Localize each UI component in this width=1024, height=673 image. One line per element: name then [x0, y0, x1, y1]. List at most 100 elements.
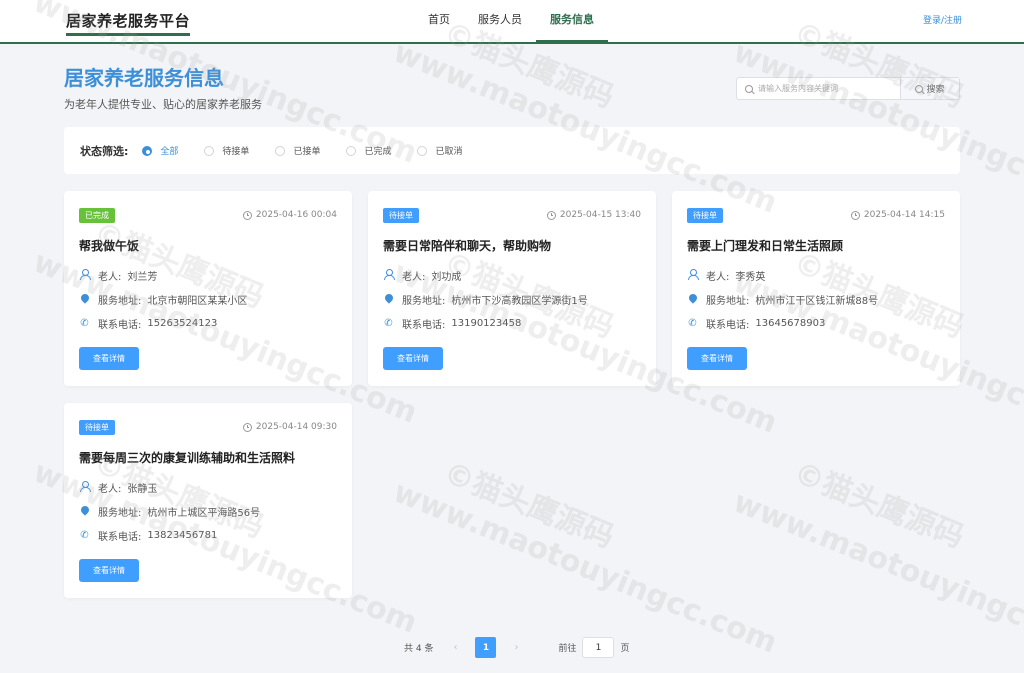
radio-label: 待接单 [222, 147, 250, 157]
status-filter-bar: 状态筛选: 全部 待接单 已接单 已完成 已取消 [64, 127, 960, 174]
phone-label: 联系电话: [98, 532, 142, 543]
person-icon [383, 269, 395, 282]
card-title: 帮我做午饭 [79, 239, 140, 253]
clock-icon [850, 210, 860, 220]
location-icon [78, 504, 91, 517]
top-header: 居家养老服务平台 首页 服务人员 服务信息 登录/注册 [0, 0, 1024, 44]
phone-label: 联系电话: [706, 320, 750, 331]
radio-dot [346, 145, 357, 156]
card-title: 需要每周三次的康复训练辅助和生活照料 [79, 451, 296, 465]
status-badge: 待接单 [687, 208, 723, 223]
nav-service-info[interactable]: 服务信息 [536, 0, 608, 42]
watermark-url: www.maotouyingcc.com [388, 474, 782, 661]
status-badge: 待接单 [383, 208, 419, 223]
watermark-cn: ©猫头鹰源码 [788, 455, 969, 556]
card-time-text: 2025-04-16 00:04 [255, 210, 337, 220]
page-number-current[interactable]: 1 [475, 637, 497, 658]
elder-name: 刘兰芳 [127, 272, 158, 283]
location-icon [382, 292, 395, 305]
page-title: 居家养老服务信息 [64, 66, 224, 90]
address-value: 北京市朝阳区某某小区 [147, 296, 248, 307]
radio-label: 已接单 [293, 147, 321, 157]
view-detail-button[interactable]: 查看详情 [383, 347, 443, 370]
elder-label: 老人: [402, 272, 426, 283]
clock-icon [546, 210, 556, 220]
address-row: 服务地址: 北京市朝阳区某某小区 [78, 292, 248, 307]
card-time: 2025-04-15 13:40 [546, 210, 641, 220]
service-card: 已完成 2025-04-16 00:04 帮我做午饭 老人: 刘兰芳 服务地址: 北… [64, 191, 352, 386]
phone-row: ✆ 联系电话: 13645678903 [687, 316, 825, 331]
address-row: 服务地址: 杭州市上城区平海路56号 [78, 504, 261, 519]
view-detail-button[interactable]: 查看详情 [79, 347, 139, 370]
login-register-link[interactable]: 登录/注册 [923, 13, 962, 26]
person-icon [687, 269, 699, 282]
person-icon [79, 269, 91, 282]
search-button[interactable]: 搜索 [901, 78, 959, 99]
watermark-cn: ©猫头鹰源码 [438, 455, 619, 556]
filter-label: 状态筛选: [80, 144, 129, 158]
search-input[interactable]: 请输入服务内容关键词 [737, 78, 901, 99]
page-subtitle: 为老年人提供专业、贴心的居家养老服务 [64, 98, 262, 111]
person-icon [79, 481, 91, 494]
pagination: 共 4 条 ‹ 1 › 前往 1 页 [404, 637, 629, 658]
address-label: 服务地址: [402, 296, 446, 307]
address-row: 服务地址: 杭州市江干区钱江新城88号 [686, 292, 878, 307]
card-time: 2025-04-14 09:30 [242, 422, 337, 432]
goto-label: 前往 [558, 644, 577, 654]
status-badge: 待接单 [79, 420, 115, 435]
filter-radio-completed[interactable]: 已完成 [346, 144, 391, 157]
phone-icon: ✆ [80, 530, 89, 541]
card-time-text: 2025-04-14 09:30 [255, 422, 337, 432]
prev-page-icon[interactable]: ‹ [445, 638, 465, 658]
address-label: 服务地址: [98, 296, 142, 307]
phone-icon: ✆ [688, 318, 697, 329]
page-suffix: 页 [620, 644, 630, 654]
radio-dot [275, 145, 286, 156]
card-time-text: 2025-04-14 14:15 [863, 210, 945, 220]
elder-label: 老人: [98, 272, 122, 283]
filter-radio-pending[interactable]: 待接单 [204, 144, 249, 157]
filter-radio-all[interactable]: 全部 [142, 144, 178, 157]
radio-label: 已完成 [364, 147, 392, 157]
elder-name: 刘功成 [431, 272, 462, 283]
radio-dot [417, 145, 428, 156]
site-logo[interactable]: 居家养老服务平台 [66, 10, 191, 36]
card-time-text: 2025-04-15 13:40 [559, 210, 641, 220]
search-icon [745, 84, 753, 93]
service-card: 待接单 2025-04-14 14:15 需要上门理发和日常生活照顾 老人: 李秀… [672, 191, 960, 386]
phone-row: ✆ 联系电话: 13823456781 [79, 528, 217, 543]
address-value: 杭州市上城区平海路56号 [147, 508, 261, 519]
phone-icon: ✆ [384, 318, 393, 329]
service-card: 待接单 2025-04-15 13:40 需要日常陪伴和聊天，帮助购物 老人: 刘… [368, 191, 656, 386]
pagination-total: 共 4 条 [404, 644, 434, 654]
elder-label: 老人: [98, 484, 122, 495]
elder-name: 李秀英 [735, 272, 766, 283]
location-icon [686, 292, 699, 305]
phone-label: 联系电话: [402, 320, 446, 331]
filter-radio-cancelled[interactable]: 已取消 [417, 144, 462, 157]
search-button-label: 搜索 [926, 85, 945, 95]
nav-home[interactable]: 首页 [414, 0, 464, 42]
elder-row: 老人: 刘功成 [383, 268, 461, 283]
elder-row: 老人: 刘兰芳 [79, 268, 157, 283]
address-label: 服务地址: [706, 296, 750, 307]
radio-label: 已取消 [435, 147, 463, 157]
view-detail-button[interactable]: 查看详情 [79, 559, 139, 582]
elder-name: 张静玉 [127, 484, 158, 495]
phone-row: ✆ 联系电话: 15263524123 [79, 316, 217, 331]
card-time: 2025-04-16 00:04 [242, 210, 337, 220]
filter-radio-accepted[interactable]: 已接单 [275, 144, 320, 157]
phone-value: 13823456781 [147, 530, 218, 541]
radio-dot [204, 145, 215, 156]
card-title: 需要上门理发和日常生活照顾 [687, 239, 844, 253]
nav-staff[interactable]: 服务人员 [464, 0, 536, 42]
view-detail-button[interactable]: 查看详情 [687, 347, 747, 370]
card-title: 需要日常陪伴和聊天，帮助购物 [383, 239, 552, 253]
phone-label: 联系电话: [98, 320, 142, 331]
phone-icon: ✆ [80, 318, 89, 329]
service-card: 待接单 2025-04-14 09:30 需要每周三次的康复训练辅助和生活照料 … [64, 403, 352, 598]
goto-page-input[interactable]: 1 [582, 637, 615, 658]
next-page-icon[interactable]: › [506, 638, 526, 658]
elder-row: 老人: 李秀英 [687, 268, 765, 283]
elder-row: 老人: 张静玉 [79, 480, 157, 495]
